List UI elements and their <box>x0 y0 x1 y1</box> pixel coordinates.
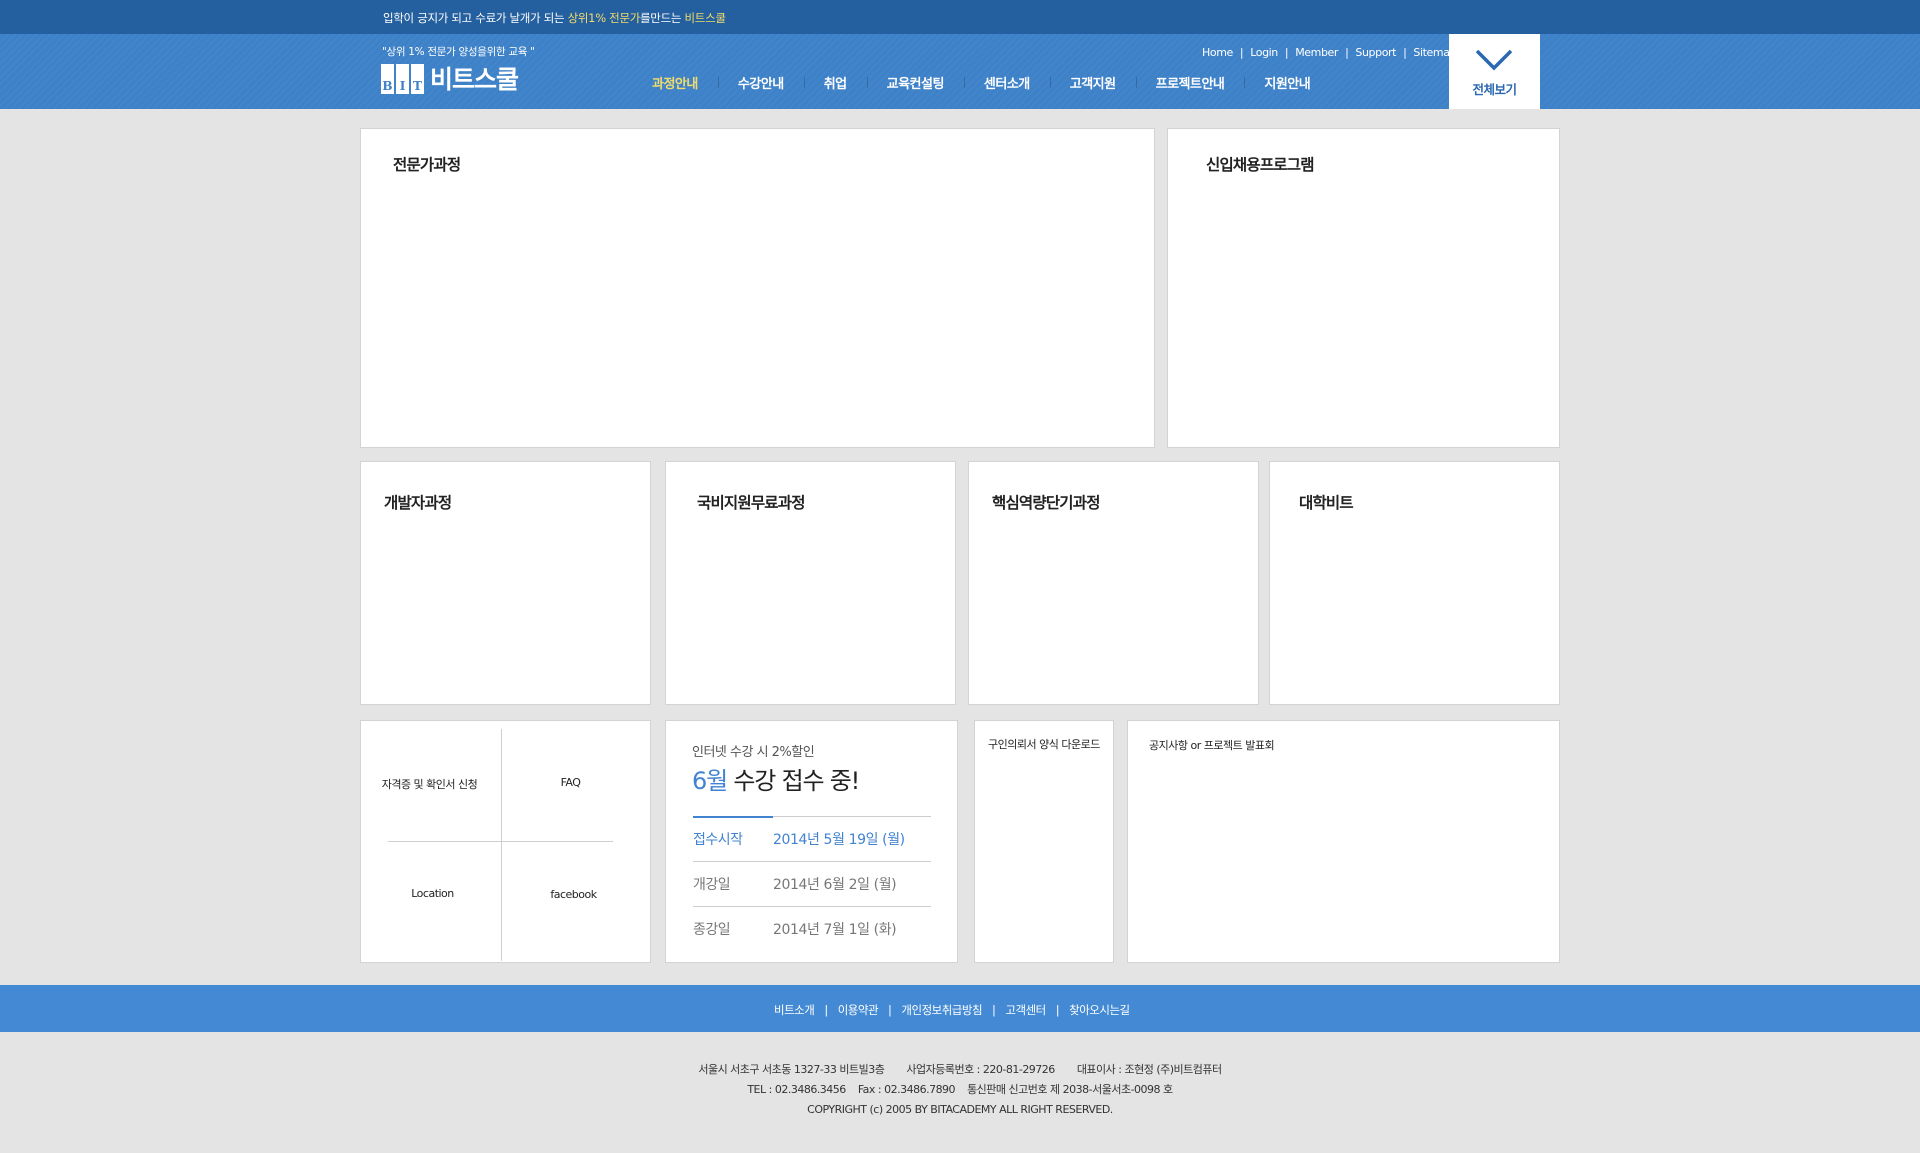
view-all-label: 전체보기 <box>1472 82 1517 97</box>
registration-start-label: 접수시작 <box>693 832 743 848</box>
divider <box>693 861 931 862</box>
footer-ceo: 대표이사 : 조현정 (주)비트컴퓨터 <box>1076 1063 1222 1076</box>
tagline-highlight: 상위1% 전문가 <box>567 11 641 25</box>
course-end-date: 2014년 7월 1일 (화) <box>773 922 897 938</box>
registration-start-date: 2014년 5월 19일 (월) <box>773 832 905 848</box>
job-request-download-title: 구인의뢰서 양식 다운로드 <box>988 738 1100 751</box>
nav-enrollment[interactable]: 수강안내 <box>717 73 804 92</box>
new-hire-program-title: 신입채용프로그램 <box>1206 156 1314 174</box>
notice-title: 공지사항 or 프로젝트 발표회 <box>1149 739 1275 752</box>
footer-customer-center-link[interactable]: 고객센터 <box>1005 1002 1046 1018</box>
certificate-request-link[interactable]: 자격증 및 확인서 신청 <box>373 776 486 792</box>
logo-text: 비트스쿨 <box>430 65 519 94</box>
util-login-link[interactable]: Login <box>1250 46 1278 59</box>
footer-separator: | <box>824 1003 828 1017</box>
util-member-link[interactable]: Member <box>1295 46 1338 59</box>
nav-course-info[interactable]: 과정안내 <box>632 73 718 92</box>
enrollment-headline: 6월 수강 접수 중! <box>692 761 860 796</box>
enrollment-announcement-panel[interactable]: 인터넷 수강 시 2%할인 6월 수강 접수 중! 접수시작 2014년 5월 … <box>665 720 958 963</box>
quick-links-panel: 자격증 및 확인서 신청 FAQ Location facebook <box>360 720 651 963</box>
nav-customer-support[interactable]: 고객지원 <box>1049 73 1136 92</box>
tagline-text: 입학이 긍지가 되고 수료가 날개가 되는 <box>383 11 568 25</box>
govt-funded-course-panel[interactable]: 국비지원무료과정 <box>665 461 956 705</box>
nav-project-info[interactable]: 프로젝트안내 <box>1135 73 1245 92</box>
job-request-download-panel[interactable]: 구인의뢰서 양식 다운로드 <box>974 720 1114 963</box>
footer-separator: | <box>888 1003 892 1017</box>
short-term-course-title: 핵심역량단기과정 <box>992 494 1100 512</box>
footer-links: 비트소개 | 이용약관 | 개인정보취급방침 | 고객센터 | 찾아오시는길 <box>774 1002 1130 1018</box>
divider <box>693 906 931 907</box>
course-end-label: 종강일 <box>693 922 731 938</box>
expert-course-panel[interactable]: 전문가과정 <box>360 128 1155 448</box>
chevron-down-icon <box>1475 49 1513 71</box>
nav-employment[interactable]: 취업 <box>803 73 867 92</box>
university-bit-panel[interactable]: 대학비트 <box>1269 461 1560 705</box>
grid-divider-vertical <box>501 729 502 961</box>
footer-info-line-1: 서울시 서초구 서초동 1327-33 비트빌3층 사업자등록번호 : 220-8… <box>0 1060 1920 1080</box>
utility-nav: Home | Login | Member | Support | Sitema… <box>1202 46 1457 59</box>
main-nav: 과정안내 수강안내 취업 교육컨설팅 센터소개 고객지원 프로젝트안내 지원안내 <box>632 72 1330 92</box>
logo-letter: I <box>396 64 409 94</box>
govt-funded-course-title: 국비지원무료과정 <box>697 494 805 512</box>
footer-fax: Fax : 02.3486.7890 <box>857 1083 956 1096</box>
footer-business-number: 사업자등록번호 : 220-81-29726 <box>906 1063 1055 1076</box>
footer-terms-link[interactable]: 이용약관 <box>838 1002 879 1018</box>
footer-privacy-link[interactable]: 개인정보취급방침 <box>901 1002 982 1018</box>
tagline-text-2: 를만드는 <box>640 11 685 25</box>
developer-course-panel[interactable]: 개발자과정 <box>360 461 651 705</box>
enrollment-headline-text: 수강 접수 중! <box>726 767 860 795</box>
nav-consulting[interactable]: 교육컨설팅 <box>866 73 964 92</box>
discount-subtitle: 인터넷 수강 시 2%할인 <box>692 745 815 760</box>
logo-letter: B <box>381 64 394 94</box>
footer-tel: TEL : 02.3486.3456 <box>747 1083 846 1096</box>
footer-company-info: 서울시 서초구 서초동 1327-33 비트빌3층 사업자등록번호 : 220-8… <box>0 1060 1920 1120</box>
location-link[interactable]: Location <box>376 887 489 900</box>
footer-address: 서울시 서초구 서초동 1327-33 비트빌3층 <box>698 1063 885 1076</box>
footer-info-line-2: TEL : 02.3486.3456 Fax : 02.3486.7890 통신판매… <box>0 1080 1920 1100</box>
tagline: 입학이 긍지가 되고 수료가 날개가 되는 상위1% 전문가를만드는 비트스쿨 <box>383 10 726 26</box>
course-start-date: 2014년 6월 2일 (월) <box>773 877 897 893</box>
footer-mail-order: 통신판매 신고번호 제 2038-서울서초-0098 호 <box>967 1083 1173 1096</box>
enrollment-month: 6월 <box>692 767 728 795</box>
expert-course-title: 전문가과정 <box>393 156 461 174</box>
short-term-course-panel[interactable]: 핵심역량단기과정 <box>968 461 1259 705</box>
accent-divider <box>693 816 773 818</box>
view-all-button[interactable]: 전체보기 <box>1449 34 1540 109</box>
util-separator: | <box>1403 46 1407 59</box>
util-separator: | <box>1239 46 1244 59</box>
slogan: "상위 1% 전문가 양성을위한 교육 " <box>382 46 535 58</box>
footer-directions-link[interactable]: 찾아오시는길 <box>1069 1002 1130 1018</box>
grid-divider-horizontal <box>388 841 613 842</box>
util-separator: | <box>1284 46 1289 59</box>
nav-support-info[interactable]: 지원안내 <box>1244 73 1330 92</box>
footer-separator: | <box>992 1003 996 1017</box>
logo[interactable]: B I T 비트스쿨 <box>381 64 519 94</box>
util-support-link[interactable]: Support <box>1355 46 1396 59</box>
footer-about-link[interactable]: 비트소개 <box>774 1002 815 1018</box>
university-bit-title: 대학비트 <box>1299 494 1354 512</box>
facebook-link[interactable]: facebook <box>517 888 630 901</box>
nav-center-intro[interactable]: 센터소개 <box>963 73 1050 92</box>
faq-link[interactable]: FAQ <box>514 776 627 789</box>
footer-nav: 비트소개 | 이용약관 | 개인정보취급방침 | 고객센터 | 찾아오시는길 <box>0 985 1920 1032</box>
notice-panel[interactable]: 공지사항 or 프로젝트 발표회 <box>1127 720 1560 963</box>
footer-copyright: COPYRIGHT (c) 2005 BY BITACADEMY ALL RIG… <box>807 1103 1113 1116</box>
util-home-link[interactable]: Home <box>1202 46 1233 59</box>
logo-mark: B I T <box>381 64 424 94</box>
course-start-label: 개강일 <box>693 877 731 893</box>
new-hire-program-panel[interactable]: 신입채용프로그램 <box>1167 128 1560 448</box>
tagline-brand: 비트스쿨 <box>684 11 726 25</box>
logo-letter: T <box>411 64 424 94</box>
util-separator: | <box>1345 46 1349 59</box>
footer-separator: | <box>1055 1003 1060 1017</box>
top-strip: 입학이 긍지가 되고 수료가 날개가 되는 상위1% 전문가를만드는 비트스쿨 <box>0 0 1920 34</box>
developer-course-title: 개발자과정 <box>384 494 452 512</box>
header: "상위 1% 전문가 양성을위한 교육 " B I T 비트스쿨 과정안내 수강… <box>0 34 1920 109</box>
